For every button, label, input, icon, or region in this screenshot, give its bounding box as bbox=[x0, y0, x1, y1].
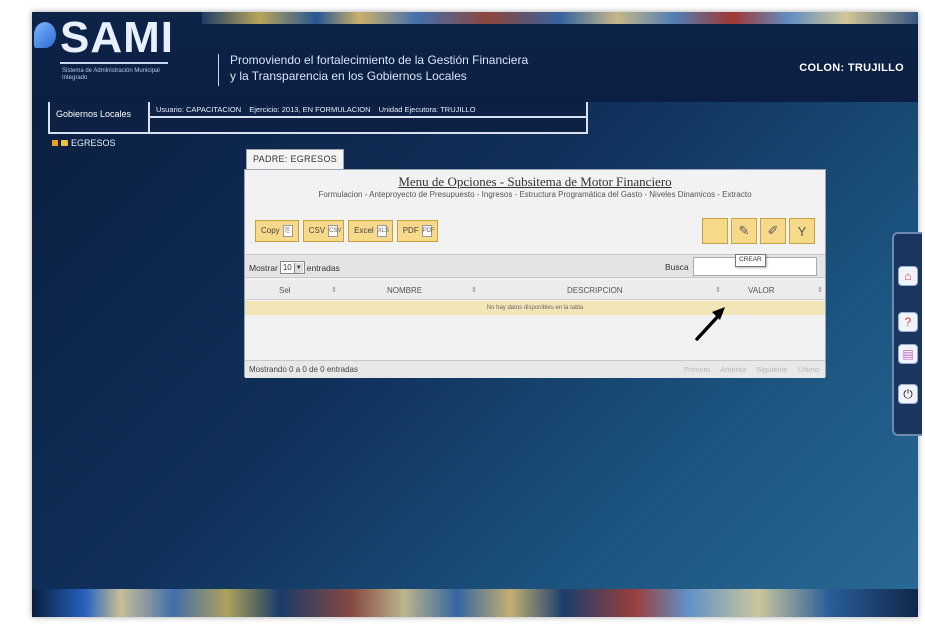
page-size-select[interactable]: 10 ▼ bbox=[279, 261, 305, 274]
column-header-descripcion[interactable]: DESCRIPCION bbox=[567, 286, 623, 295]
logo-underline bbox=[60, 62, 168, 64]
tree-item-egresos[interactable]: EGRESOS bbox=[52, 138, 116, 148]
document-button[interactable]: ▤ bbox=[898, 344, 918, 364]
annotation-arrow-icon bbox=[695, 307, 725, 341]
content-panel: Menu de Opciones - Subsitema de Motor Fi… bbox=[244, 169, 826, 378]
header: SAMI Sistema de Administración Municipal… bbox=[32, 12, 918, 102]
csv-icon: CSV bbox=[328, 225, 341, 237]
decorative-banner bbox=[202, 12, 918, 24]
menu-links[interactable]: Formulacion - Anteproyecto de Presupuest… bbox=[255, 190, 815, 200]
tagline: Promoviendo el fortalecimiento de la Ges… bbox=[230, 52, 528, 84]
document-icon: ▤ bbox=[902, 347, 914, 361]
excel-button[interactable]: Excel XLS bbox=[348, 220, 393, 242]
module-tab[interactable]: Gobiernos Locales bbox=[50, 102, 150, 132]
filter-icon: Y bbox=[797, 223, 807, 239]
side-toolbar: ⌂ ? ▤ ⏻ bbox=[892, 232, 922, 436]
pagination-next[interactable]: Siguiente bbox=[756, 365, 787, 374]
excel-icon: XLS bbox=[376, 225, 389, 237]
home-button[interactable]: ⌂ bbox=[898, 266, 918, 286]
session-exercise: Ejercicio: 2013, EN FORMULACION bbox=[249, 105, 371, 114]
header-divider bbox=[218, 54, 219, 86]
action-icon-group: ✎ ✐ Y bbox=[702, 218, 815, 244]
tree-expand-icon[interactable] bbox=[52, 140, 58, 146]
copy-button[interactable]: Copy ⎘ bbox=[255, 220, 299, 242]
empty-table-row: No hay datos disponibles en la tabla bbox=[245, 301, 825, 315]
tagline-line-2: y la Transparencia en los Gobiernos Loca… bbox=[230, 69, 467, 83]
infobar-divider bbox=[150, 116, 586, 118]
power-icon: ⏻ bbox=[903, 386, 913, 401]
table-footer: Mostrando 0 a 0 de 0 entradas Primero An… bbox=[245, 360, 825, 378]
pdf-button-label: PDF bbox=[402, 226, 419, 235]
csv-button-label: CSV bbox=[308, 226, 326, 235]
logo-subtitle: Sistema de Administración Municipal Inte… bbox=[62, 68, 160, 81]
session-user: Usuario: CAPACITACION bbox=[156, 105, 242, 114]
folder-icon bbox=[61, 140, 68, 146]
menu-title[interactable]: Menu de Opciones - Subsitema de Motor Fi… bbox=[245, 174, 825, 190]
session-info: Usuario: CAPACITACION Ejercicio: 2013, E… bbox=[156, 105, 586, 114]
pdf-icon: PDF bbox=[421, 225, 435, 237]
page-size-control: Mostrar 10 ▼ entradas bbox=[249, 261, 340, 274]
table-controls: Mostrar 10 ▼ entradas Busca CREAR bbox=[245, 254, 825, 278]
pagination-previous[interactable]: Anterior bbox=[720, 365, 746, 374]
sort-icon[interactable]: ⇕ bbox=[817, 286, 823, 294]
pagination-last[interactable]: Último bbox=[798, 365, 819, 374]
filter-button[interactable]: Y bbox=[789, 218, 815, 244]
power-button[interactable]: ⏻ bbox=[898, 384, 918, 404]
help-icon: ? bbox=[904, 315, 912, 329]
sort-icon[interactable]: ⇕ bbox=[331, 286, 337, 294]
home-icon: ⌂ bbox=[904, 269, 912, 283]
tree-item-label: EGRESOS bbox=[71, 138, 116, 148]
excel-button-label: Excel bbox=[354, 226, 374, 235]
copy-icon: ⎘ bbox=[282, 225, 293, 237]
entries-label: entradas bbox=[306, 262, 340, 273]
sort-icon[interactable]: ⇕ bbox=[715, 286, 721, 294]
user-location: COLON: TRUJILLO bbox=[799, 62, 904, 74]
dropdown-arrow-icon[interactable]: ▼ bbox=[293, 262, 303, 273]
logo-swirl-icon bbox=[34, 22, 56, 48]
logo-text: SAMI bbox=[60, 13, 174, 62]
tools-button[interactable]: ✐ bbox=[760, 218, 786, 244]
pagination: Primero Anterior Siguiente Último bbox=[684, 365, 819, 374]
decorative-footer-banner bbox=[32, 589, 918, 617]
new-document-button[interactable] bbox=[702, 218, 728, 244]
tagline-line-1: Promoviendo el fortalecimiento de la Ges… bbox=[230, 53, 529, 67]
search-label: Busca bbox=[665, 262, 689, 272]
column-header-valor[interactable]: VALOR bbox=[748, 286, 775, 295]
edit-button[interactable]: ✎ bbox=[731, 218, 757, 244]
tooltip: CREAR bbox=[735, 254, 766, 267]
session-unit: Unidad Ejecutora: TRUJILLO bbox=[378, 105, 476, 114]
copy-button-label: Copy bbox=[261, 226, 280, 235]
help-button[interactable]: ? bbox=[898, 312, 918, 332]
show-label: Mostrar bbox=[249, 262, 278, 273]
logo: SAMI Sistema de Administración Municipal… bbox=[32, 12, 192, 100]
export-toolbar: Copy ⎘ CSV CSV Excel XLS PDF PDF bbox=[255, 220, 438, 242]
table-info: Mostrando 0 a 0 de 0 entradas bbox=[249, 365, 358, 374]
session-infobar: Gobiernos Locales Usuario: CAPACITACION … bbox=[48, 102, 588, 134]
table-header: Sel ⇕ NOMBRE ⇕ DESCRIPCION ⇕ VALOR ⇕ bbox=[245, 280, 825, 300]
csv-button[interactable]: CSV CSV bbox=[302, 220, 345, 242]
edit-pencil-icon: ✎ bbox=[738, 223, 750, 238]
page-size-value: 10 bbox=[282, 263, 292, 272]
pagination-first[interactable]: Primero bbox=[684, 365, 710, 374]
sort-icon[interactable]: ⇕ bbox=[471, 286, 477, 294]
panel-tab[interactable]: PADRE: EGRESOS bbox=[246, 149, 344, 169]
wrench-icon: ✐ bbox=[767, 223, 779, 238]
column-header-sel[interactable]: Sel bbox=[279, 286, 291, 295]
pdf-button[interactable]: PDF PDF bbox=[396, 220, 438, 242]
column-header-nombre[interactable]: NOMBRE bbox=[387, 286, 422, 295]
